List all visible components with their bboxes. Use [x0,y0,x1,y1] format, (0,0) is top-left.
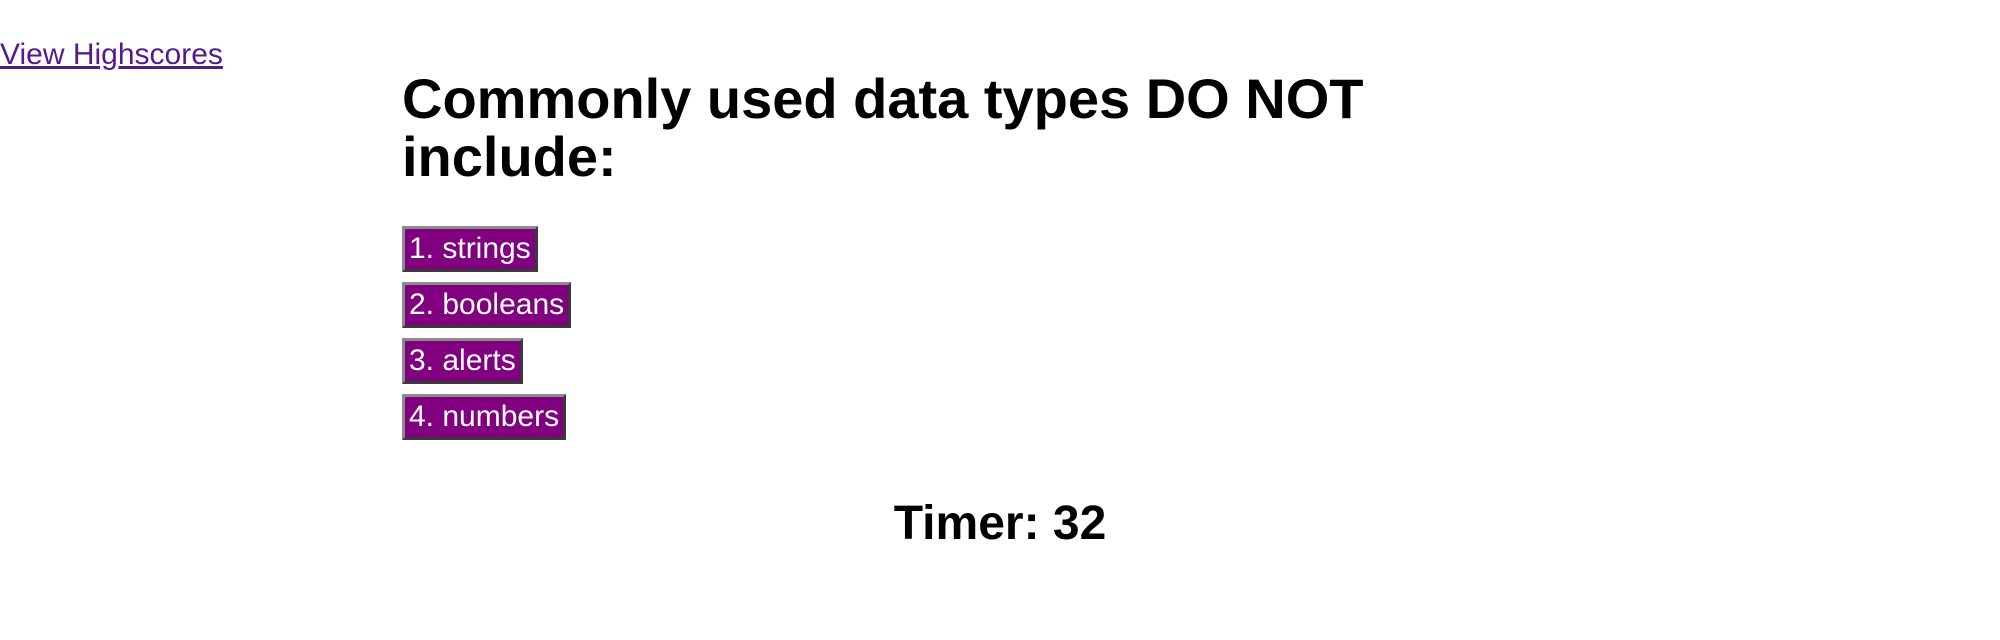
view-highscores-link[interactable]: View Highscores [0,38,223,72]
quiz-container: Commonly used data types DO NOT include:… [402,70,1452,440]
timer-display: Timer: 32 [893,497,1107,550]
answer-button-numbers[interactable]: 4. numbers [402,394,567,440]
answer-button-alerts[interactable]: 3. alerts [402,338,523,384]
answer-button-booleans[interactable]: 2. booleans [402,282,572,328]
answer-button-strings[interactable]: 1. strings [402,226,538,272]
answer-list: 1. strings 2. booleans 3. alerts 4. numb… [402,226,1452,440]
question-text: Commonly used data types DO NOT include: [402,67,1364,188]
quiz-page: View Highscores Commonly used data types… [0,0,2000,640]
